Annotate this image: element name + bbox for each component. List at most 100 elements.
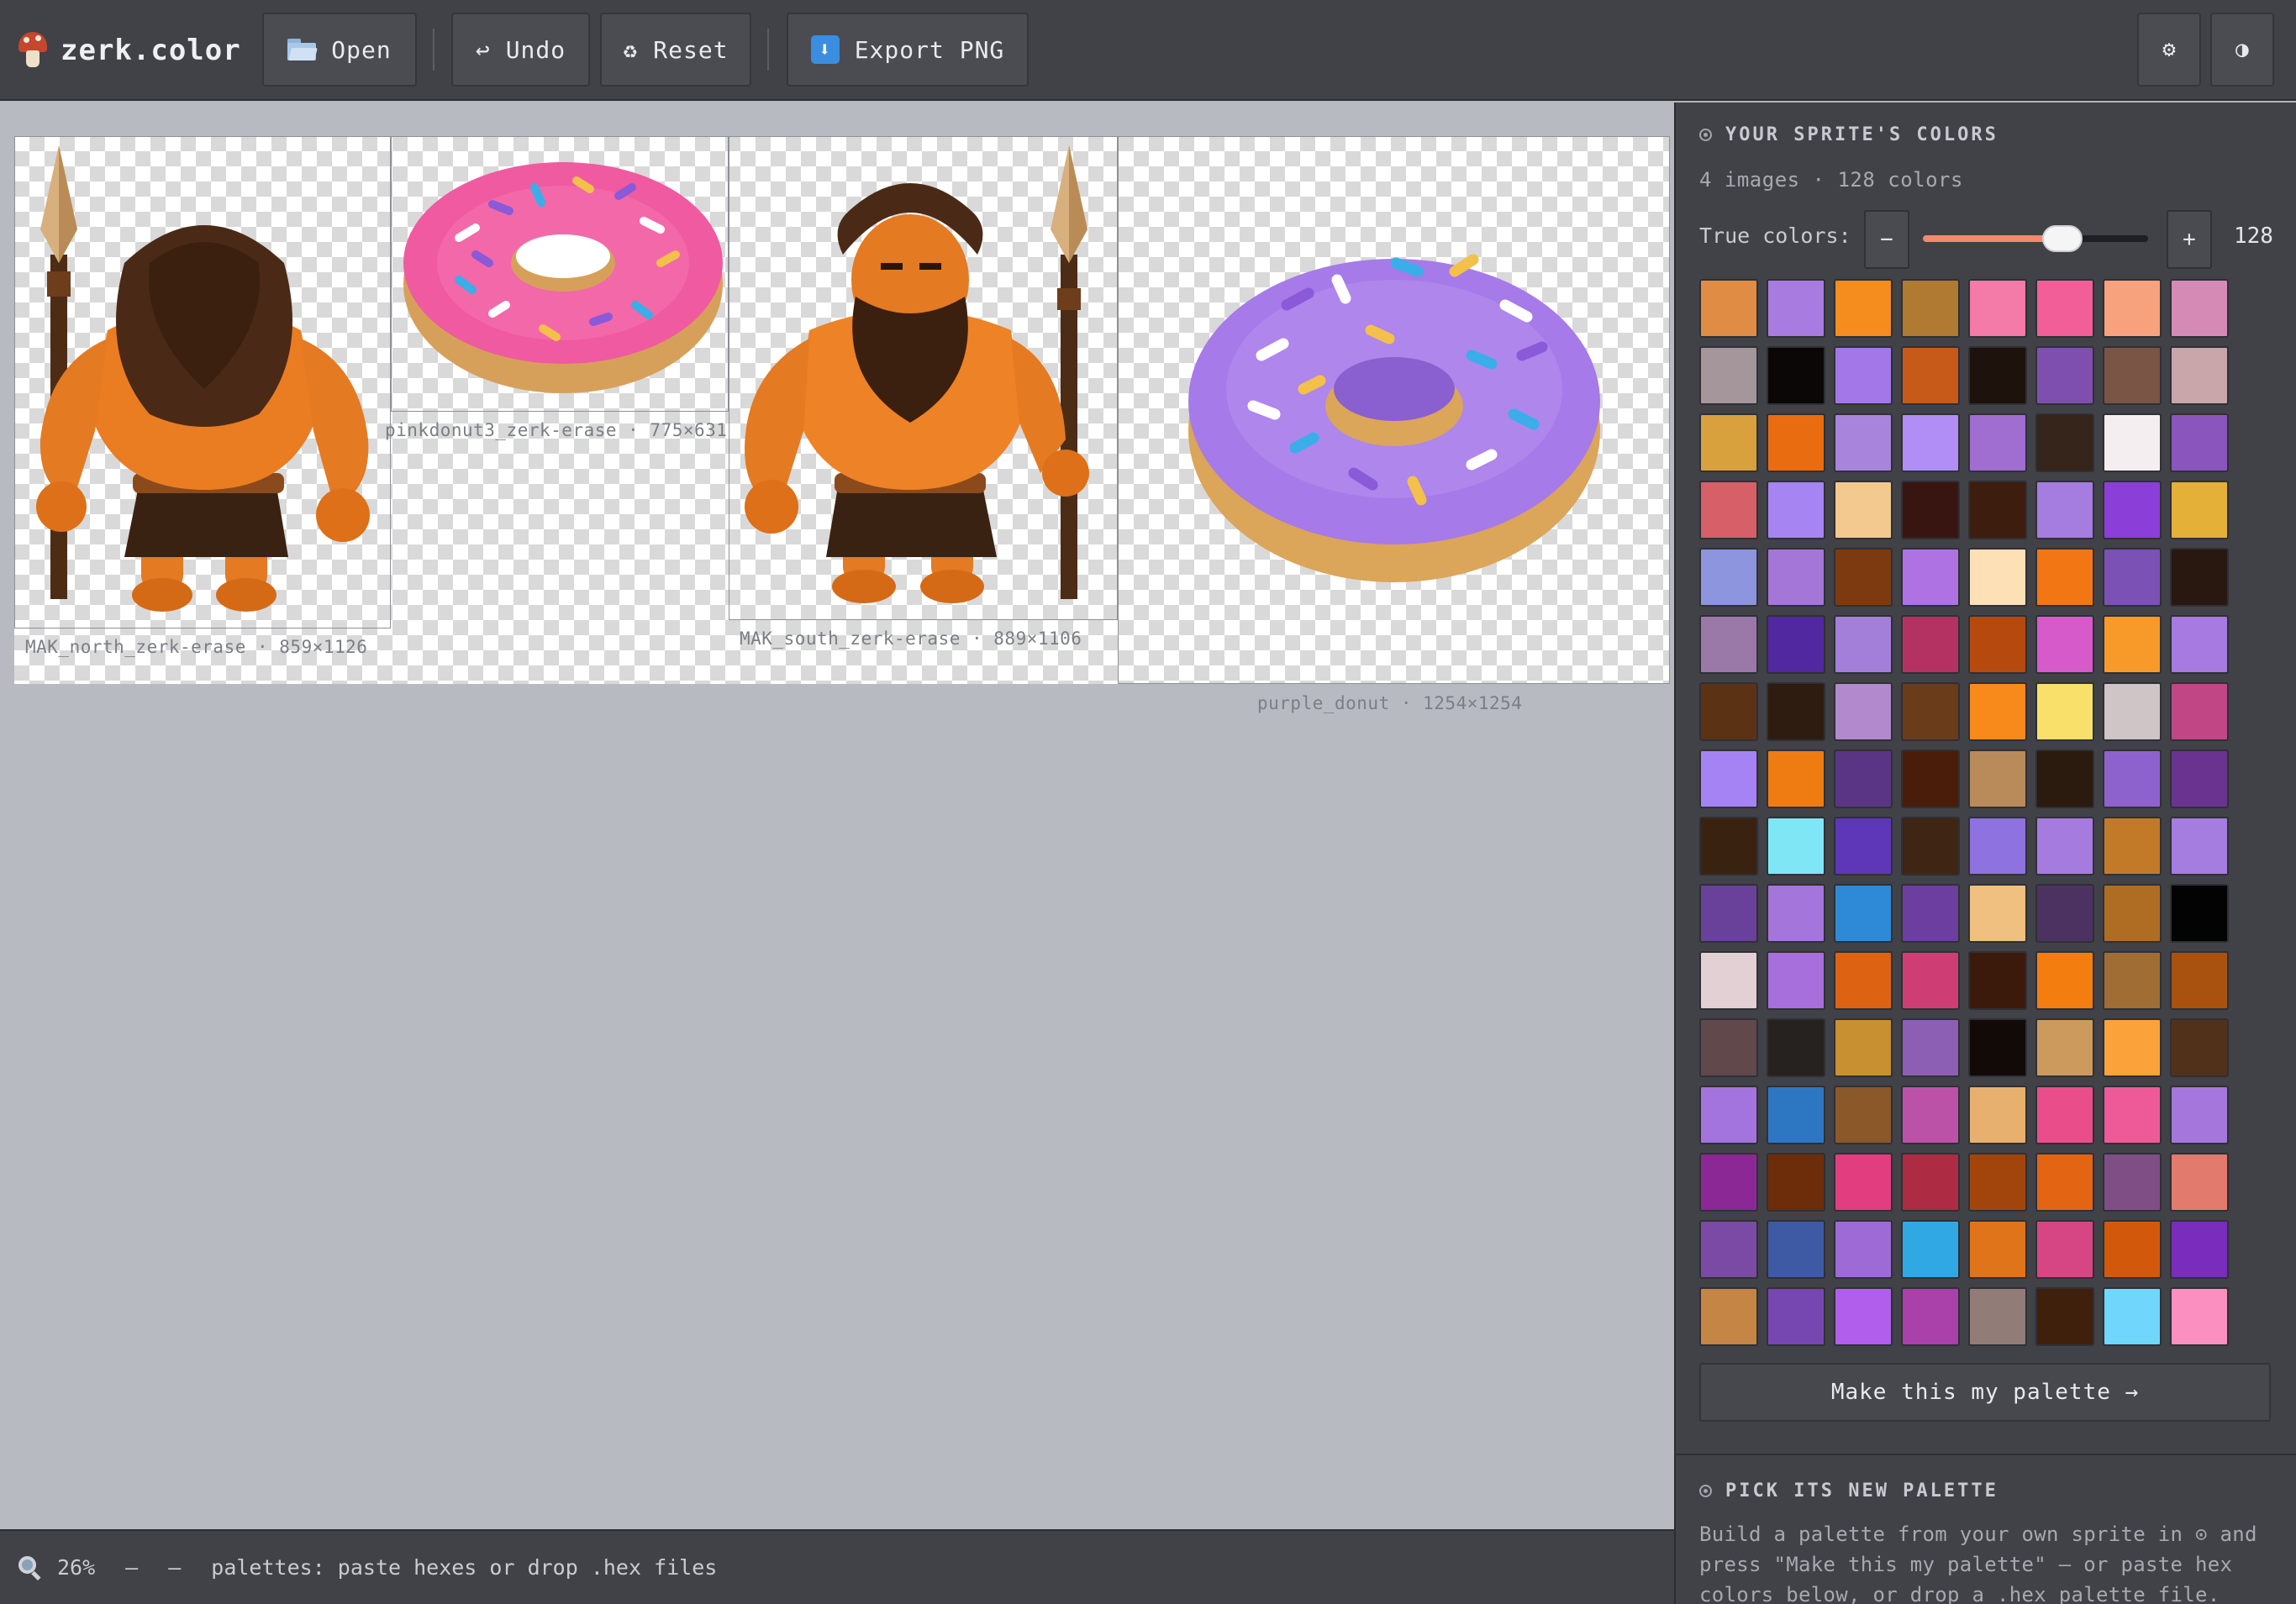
color-swatch[interactable] [1901,279,1960,338]
color-swatch[interactable] [1968,346,2027,405]
color-swatch[interactable] [1767,1153,1825,1212]
color-swatch[interactable] [1901,481,1960,539]
color-swatch[interactable] [1767,1086,1825,1144]
color-swatch[interactable] [2170,548,2229,607]
color-swatch[interactable] [2035,1220,2094,1279]
color-swatch[interactable] [2103,682,2162,741]
color-swatch[interactable] [1901,413,1960,472]
color-swatch[interactable] [1699,1220,1758,1279]
true-colors-decrement-button[interactable]: − [1864,210,1909,269]
color-swatch[interactable] [1699,884,1758,943]
color-swatch[interactable] [1699,615,1758,674]
color-swatch[interactable] [2103,615,2162,674]
color-swatch[interactable] [1968,1153,2027,1212]
color-swatch[interactable] [2103,548,2162,607]
color-swatch[interactable] [1968,884,2027,943]
color-swatch[interactable] [2103,279,2162,338]
color-swatch[interactable] [1901,615,1960,674]
color-swatch[interactable] [2103,884,2162,943]
sprite-frame-pinkdonut[interactable]: pinkdonut3_zerk-erase · 775×631 [385,136,729,440]
color-swatch[interactable] [2170,1086,2229,1144]
color-swatch[interactable] [1968,682,2027,741]
color-swatch[interactable] [1968,1220,2027,1279]
color-swatch[interactable] [2170,481,2229,539]
sprite-frame-mak-north[interactable]: MAK_north_zerk-erase · 859×1126 [14,136,391,657]
color-swatch[interactable] [1834,1220,1893,1279]
color-swatch[interactable] [2035,682,2094,741]
color-swatch[interactable] [1834,817,1893,876]
color-swatch[interactable] [1901,817,1960,876]
undo-button[interactable]: ↩ Undo [451,13,590,87]
color-swatch[interactable] [1834,1287,1893,1346]
color-swatch[interactable] [2103,817,2162,876]
color-swatch[interactable] [2103,1220,2162,1279]
color-swatch[interactable] [1834,1153,1893,1212]
color-swatch[interactable] [1699,1287,1758,1346]
color-swatch[interactable] [1901,1287,1960,1346]
color-swatch[interactable] [1901,884,1960,943]
color-swatch[interactable] [2170,884,2229,943]
color-swatch[interactable] [2035,615,2094,674]
color-swatch[interactable] [1834,884,1893,943]
color-swatch[interactable] [2103,481,2162,539]
color-swatch[interactable] [1699,1153,1758,1212]
color-swatch[interactable] [2035,1153,2094,1212]
color-swatch[interactable] [2170,1018,2229,1077]
color-swatch[interactable] [2103,413,2162,472]
color-swatch[interactable] [1699,951,1758,1010]
color-swatch[interactable] [1968,615,2027,674]
color-swatch[interactable] [2103,1287,2162,1346]
theme-toggle-button[interactable]: ◑ [2210,13,2274,87]
color-swatch[interactable] [1968,1018,2027,1077]
color-swatch[interactable] [1901,1220,1960,1279]
color-swatch[interactable] [1968,817,2027,876]
color-swatch[interactable] [1901,346,1960,405]
color-swatch[interactable] [1968,749,2027,808]
color-swatch[interactable] [1968,481,2027,539]
color-swatch[interactable] [2170,682,2229,741]
color-swatch[interactable] [1834,1018,1893,1077]
color-swatch[interactable] [1767,1220,1825,1279]
sprite-sheet[interactable]: MAK_north_zerk-erase · 859×1126 pinkdonu… [14,136,1670,713]
open-button[interactable]: Open [262,13,417,87]
color-swatch[interactable] [1834,279,1893,338]
color-swatch[interactable] [2170,615,2229,674]
color-swatch[interactable] [2170,951,2229,1010]
color-swatch[interactable] [1767,481,1825,539]
color-swatch[interactable] [1767,817,1825,876]
color-swatch[interactable] [1834,749,1893,808]
color-swatch[interactable] [2035,1086,2094,1144]
color-swatch[interactable] [1901,682,1960,741]
color-swatch[interactable] [2170,1153,2229,1212]
color-swatch[interactable] [1767,548,1825,607]
color-swatch[interactable] [2035,817,2094,876]
color-swatch[interactable] [1699,346,1758,405]
color-swatch[interactable] [1767,413,1825,472]
color-swatch[interactable] [1767,951,1825,1010]
color-swatch[interactable] [2103,346,2162,405]
make-palette-button[interactable]: Make this my palette → [1699,1363,2271,1422]
color-swatch[interactable] [1699,682,1758,741]
color-swatch[interactable] [2170,279,2229,338]
color-swatch[interactable] [2103,1086,2162,1144]
color-swatch[interactable] [1901,1086,1960,1144]
color-swatch[interactable] [2035,1018,2094,1077]
color-swatch[interactable] [2035,548,2094,607]
color-swatch[interactable] [1834,346,1893,405]
sprite-frame-mak-south[interactable]: MAK_south_zerk-erase · 889×1106 [729,136,1118,649]
color-swatch[interactable] [1834,682,1893,741]
color-swatch[interactable] [1767,615,1825,674]
color-swatch[interactable] [1901,749,1960,808]
color-swatch[interactable] [1767,279,1825,338]
settings-button[interactable]: ⚙ [2137,13,2201,87]
color-swatch[interactable] [1968,413,2027,472]
color-swatch[interactable] [1834,1086,1893,1144]
color-swatch[interactable] [2170,346,2229,405]
color-swatch[interactable] [1767,682,1825,741]
color-swatch[interactable] [1901,951,1960,1010]
sprite-frame-purple-donut[interactable]: purple_donut · 1254×1254 [1118,136,1670,713]
color-swatch[interactable] [1834,481,1893,539]
true-colors-increment-button[interactable]: + [2167,210,2212,269]
color-swatch[interactable] [1699,817,1758,876]
color-swatch[interactable] [1901,548,1960,607]
